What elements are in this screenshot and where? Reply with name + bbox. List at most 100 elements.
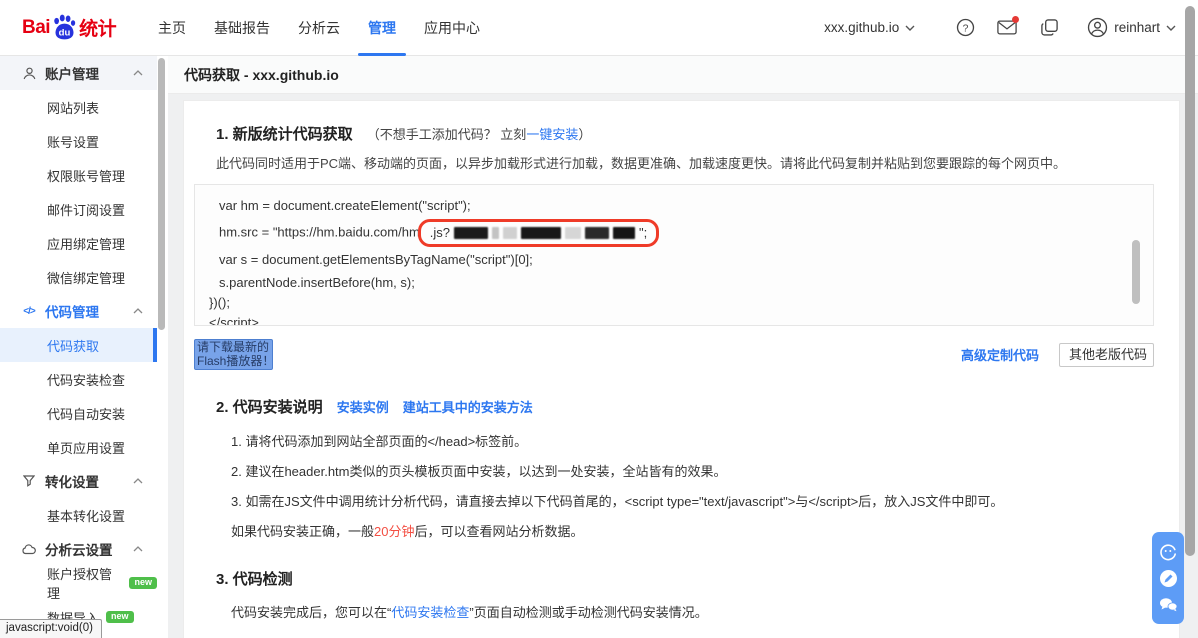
content-card: 1. 新版统计代码获取 （不想手工添加代码？ 立刻一键安装） 此代码同时适用于P… <box>183 100 1180 638</box>
left-sidebar: 账户管理 网站列表 账号设置 权限账号管理 邮件订阅设置 应用绑定管理 微信绑定… <box>0 56 168 638</box>
survey-pencil-icon[interactable] <box>1158 568 1178 588</box>
sidebar-item-label: 账户授权管理 <box>47 564 122 602</box>
sidebar-item-account-authorization[interactable]: 账户授权管理 new <box>0 566 157 600</box>
copy-code-flash-button[interactable]: 请下载最新的 Flash播放器！ <box>194 339 273 370</box>
sidebar-item-wechat-binding[interactable]: 微信绑定管理 <box>0 260 157 294</box>
messages-icon[interactable] <box>997 18 1017 38</box>
cloud-icon <box>22 544 36 555</box>
code-line-2: hm.src = "https://hm.baidu.com/hm .js? "; <box>209 219 1133 247</box>
code-line-2-suffix: "; <box>639 223 647 243</box>
section1-hint: （不想手工添加代码？ 立刻一键安装） <box>367 124 592 143</box>
site-builder-install-link[interactable]: 建站工具中的安装方法 <box>403 397 533 416</box>
sidebar-item-code-install-check[interactable]: 代码安装检查 <box>0 362 157 396</box>
code-check-text: 代码安装完成后，您可以在“代码安装检查”页面自动检测或手动检测代码安装情况。 <box>231 602 1154 621</box>
hint-suffix: ） <box>578 127 591 142</box>
logo-text-bai: Bai <box>22 17 50 39</box>
install-step-3: 3. 如需在JS文件中调用统计分析代码，请直接去掉以下代码首尾的，<script… <box>231 491 1154 510</box>
install-step-2: 2. 建议在header.htm类似的页头模板页面中安装，以达到一处安装，全站皆… <box>231 461 1154 480</box>
sidebar-item-code-auto-install[interactable]: 代码自动安装 <box>0 396 157 430</box>
section1-description: 此代码同时适用于PC端、移动端的页面，以异步加载形式进行加载，数据更准确、加载速… <box>216 153 1154 172</box>
user-menu[interactable]: reinhart <box>1087 17 1176 38</box>
username-label: reinhart <box>1114 20 1160 35</box>
baidu-tongji-logo[interactable]: Bai du 统计 <box>22 14 118 41</box>
unread-badge-dot <box>1012 16 1019 23</box>
code-line-6: </script> <box>209 313 1133 326</box>
sidebar-section-account[interactable]: 账户管理 <box>0 56 157 90</box>
nav-item-analytics-cloud[interactable]: 分析云 <box>284 0 354 56</box>
nav-item-basic-reports[interactable]: 基础报告 <box>200 0 284 56</box>
chevron-up-icon <box>133 546 143 552</box>
note-20min-highlight: 20分钟 <box>374 524 414 539</box>
nav-item-manage[interactable]: 管理 <box>354 0 410 56</box>
multi-site-copy-icon[interactable] <box>1039 18 1059 38</box>
floating-feedback-panel <box>1152 532 1184 624</box>
chevron-down-icon <box>1166 25 1176 31</box>
site-selector-value: xxx.github.io <box>824 20 899 35</box>
svg-text:du: du <box>59 27 71 38</box>
section2-title: 2. 代码安装说明 <box>216 396 323 417</box>
advanced-custom-code-link[interactable]: 高级定制代码 <box>961 345 1039 364</box>
legacy-code-dropdown-value: 其他老版代码 <box>1069 347 1147 362</box>
customer-service-icon[interactable] <box>1158 542 1178 562</box>
redaction-highlight-frame: .js? "; <box>418 219 659 247</box>
status-bar-link-preview: javascript:void(0) <box>0 619 102 638</box>
flash-button-line2: Flash播放器！ <box>197 355 270 369</box>
avatar-icon <box>1087 17 1108 38</box>
sidebar-section-label: 转化设置 <box>45 471 99 491</box>
sidebar-item-code-get[interactable]: 代码获取 <box>0 328 157 362</box>
sidebar-item-email-subscription[interactable]: 邮件订阅设置 <box>0 192 157 226</box>
sidebar-section-code[interactable]: </> 代码管理 <box>0 294 157 328</box>
hint-prefix: （不想手工添加代码？ 立刻 <box>367 127 527 142</box>
code-icon: </> <box>22 306 36 317</box>
baidu-tongji-screen: Bai du 统计 主页 基础报告 分析云 管理 <box>0 0 1198 638</box>
chevron-up-icon <box>133 308 143 314</box>
nav-item-home[interactable]: 主页 <box>144 0 200 56</box>
code-check-suffix: ”页面自动检测或手动检测代码安装情况。 <box>469 605 707 620</box>
section1-title: 1. 新版统计代码获取 <box>216 123 353 144</box>
install-step-1: 1. 请将代码添加到网站全部页面的</head>标签前。 <box>231 431 1154 450</box>
code-scrollbar-thumb[interactable] <box>1132 240 1140 304</box>
sidebar-section-analytics-cloud[interactable]: 分析云设置 <box>0 532 157 566</box>
code-line-4: s.parentNode.insertBefore(hm, s); <box>209 273 1133 293</box>
flash-button-line1: 请下载最新的 <box>197 341 270 355</box>
nav-icon-group: ? <box>955 18 1059 38</box>
sidebar-scrollbar-thumb[interactable] <box>158 58 165 330</box>
section3-title: 3. 代码检测 <box>216 568 293 589</box>
code-line-2-boxed-prefix: .js? <box>430 223 450 243</box>
sidebar-item-site-list[interactable]: 网站列表 <box>0 90 157 124</box>
sidebar-section-label: 代码管理 <box>45 301 99 321</box>
top-navigation-bar: Bai du 统计 主页 基础报告 分析云 管理 <box>0 0 1198 56</box>
install-example-link[interactable]: 安装实例 <box>337 397 389 416</box>
code-line-2-prefix: hm.src = "https://hm.baidu.com/hm <box>219 224 420 239</box>
funnel-icon <box>22 475 36 487</box>
tracking-code-box[interactable]: var hm = document.createElement("script"… <box>194 184 1154 326</box>
legacy-code-dropdown[interactable]: 其他老版代码 <box>1059 343 1154 367</box>
install-note: 如果代码安装正确，一般20分钟后，可以查看网站分析数据。 <box>231 521 1154 540</box>
code-line-3: var s = document.getElementsByTagName("s… <box>209 250 1133 270</box>
primary-nav-list: 主页 基础报告 分析云 管理 应用中心 <box>144 0 494 56</box>
sidebar-section-conversion[interactable]: 转化设置 <box>0 464 157 498</box>
nav-item-app-center[interactable]: 应用中心 <box>410 0 494 56</box>
one-click-install-link[interactable]: 一键安装 <box>526 127 578 142</box>
page-title: 代码获取 - xxx.github.io <box>184 65 339 85</box>
sidebar-item-spa-settings[interactable]: 单页应用设置 <box>0 430 157 464</box>
chevron-down-icon <box>905 25 915 31</box>
sidebar-item-basic-conversion[interactable]: 基本转化设置 <box>0 498 157 532</box>
page-scrollbar-thumb[interactable] <box>1185 6 1195 556</box>
logo-text-tongji: 统计 <box>79 14 116 41</box>
new-badge: new <box>129 577 157 589</box>
main-content-area: 代码获取 - xxx.github.io 1. 新版统计代码获取 （不想手工添加… <box>168 56 1198 638</box>
code-install-check-link[interactable]: 代码安装检查 <box>391 605 469 620</box>
sidebar-section-label: 分析云设置 <box>45 539 113 559</box>
page-header: 代码获取 - xxx.github.io <box>168 56 1198 94</box>
sidebar-item-account-settings[interactable]: 账号设置 <box>0 124 157 158</box>
chevron-up-icon <box>133 70 143 76</box>
sidebar-item-app-binding[interactable]: 应用绑定管理 <box>0 226 157 260</box>
site-selector-dropdown[interactable]: xxx.github.io <box>824 20 915 35</box>
chat-bubbles-icon[interactable] <box>1158 594 1178 614</box>
sidebar-section-label: 账户管理 <box>45 63 99 83</box>
help-icon[interactable]: ? <box>955 18 975 38</box>
code-line-1: var hm = document.createElement("script"… <box>209 196 1133 216</box>
new-badge: new <box>106 611 134 623</box>
sidebar-item-permission-accounts[interactable]: 权限账号管理 <box>0 158 157 192</box>
